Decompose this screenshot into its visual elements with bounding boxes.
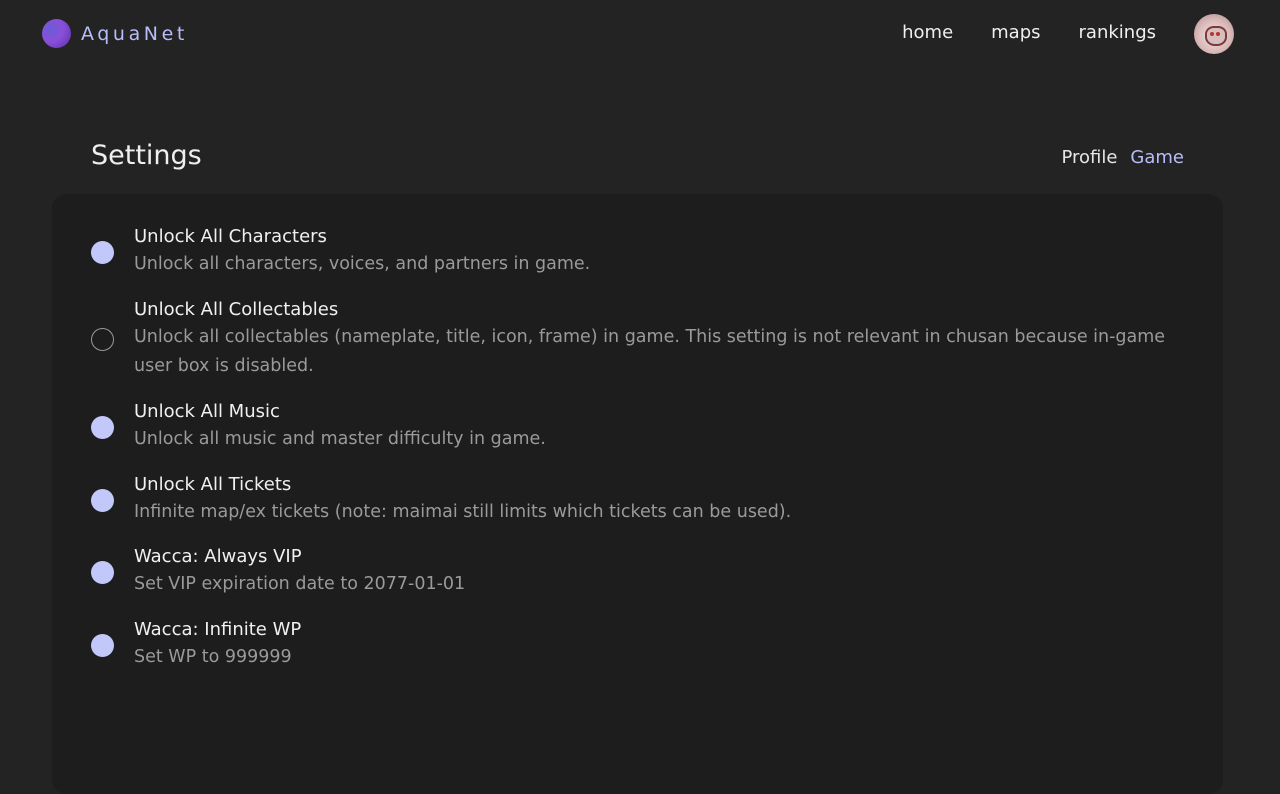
setting-title: Wacca: Always VIP — [134, 546, 302, 567]
nav-home[interactable]: home — [902, 22, 953, 43]
setting-toggle[interactable] — [91, 489, 114, 512]
setting-description: Set VIP expiration date to 2077-01-01 — [134, 574, 466, 594]
top-bar: AquaNet home maps rankings — [0, 0, 1280, 70]
avatar-character-icon — [1205, 26, 1227, 46]
setting-description: Unlock all collectables (nameplate, titl… — [134, 327, 1166, 376]
user-avatar[interactable] — [1194, 14, 1234, 54]
avatar-eye-left — [1210, 32, 1214, 36]
setting-title: Wacca: Infinite WP — [134, 619, 302, 640]
setting-title: Unlock All Music — [134, 401, 280, 422]
tab-profile[interactable]: Profile — [1061, 147, 1117, 168]
brand-name: AquaNet — [81, 22, 188, 45]
setting-title: Unlock All Tickets — [134, 474, 292, 495]
setting-description: Unlock all music and master difficulty i… — [134, 429, 546, 449]
brand-logo[interactable]: AquaNet — [42, 19, 188, 48]
setting-toggle[interactable] — [91, 328, 114, 351]
nav-rankings[interactable]: rankings — [1079, 22, 1156, 43]
setting-description: Infinite map/ex tickets (note: maimai st… — [134, 502, 792, 522]
tab-game[interactable]: Game — [1130, 147, 1184, 168]
main-nav: home maps rankings — [902, 22, 1156, 43]
setting-toggle[interactable] — [91, 561, 114, 584]
setting-description: Unlock all characters, voices, and partn… — [134, 254, 591, 274]
avatar-eye-right — [1216, 32, 1220, 36]
settings-panel: Unlock All Characters Unlock all charact… — [52, 194, 1223, 794]
setting-toggle[interactable] — [91, 416, 114, 439]
setting-title: Unlock All Characters — [134, 226, 327, 247]
setting-toggle[interactable] — [91, 634, 114, 657]
setting-toggle[interactable] — [91, 241, 114, 264]
setting-description: Set WP to 999999 — [134, 647, 292, 667]
settings-tabs: Profile Game — [1061, 147, 1184, 168]
nav-maps[interactable]: maps — [991, 22, 1040, 43]
page-title: Settings — [91, 140, 202, 171]
logo-icon — [42, 19, 71, 48]
setting-title: Unlock All Collectables — [134, 299, 339, 320]
